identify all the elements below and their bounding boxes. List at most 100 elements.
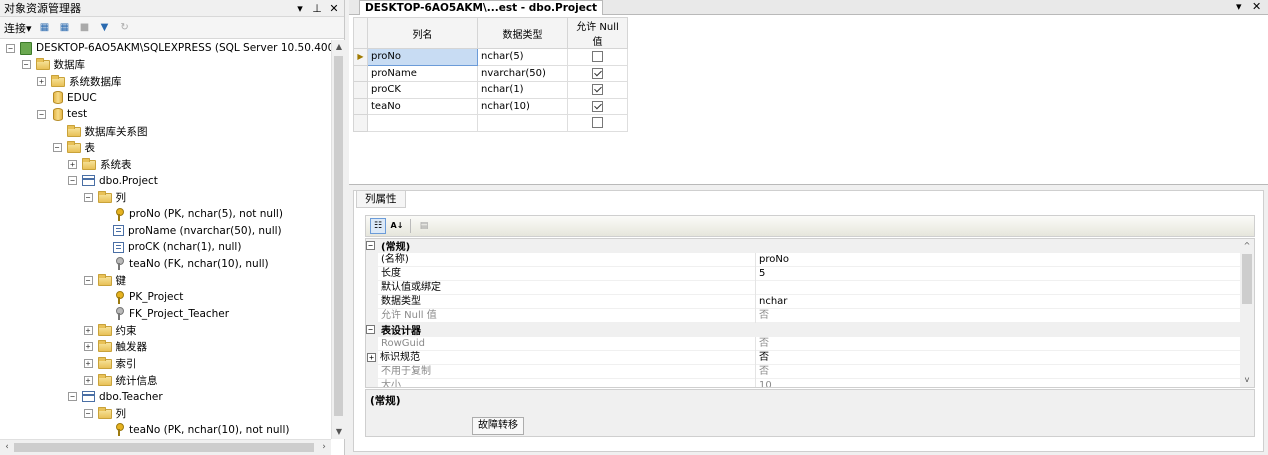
close-document-icon[interactable]: ✕ (1252, 0, 1261, 14)
collapse-icon[interactable]: − (21, 60, 31, 70)
tree-node[interactable]: + 系统表 (68, 156, 132, 172)
tree-node[interactable]: + 索引 (83, 355, 137, 371)
tree-node[interactable]: − test (37, 106, 87, 122)
scroll-up-icon[interactable]: ^ (1240, 239, 1254, 253)
property-row[interactable]: 数据类型 nchar (366, 294, 1241, 309)
tree-node[interactable]: − DESKTOP-6AO5AKM\SQLEXPRESS (SQL Server … (6, 40, 331, 56)
property-value[interactable]: 否 (756, 351, 1241, 365)
property-row[interactable]: 允许 Null 值 否 (366, 308, 1241, 323)
row-header[interactable] (353, 97, 368, 115)
allow-null-checkbox[interactable] (592, 117, 603, 128)
collapse-icon[interactable]: − (6, 43, 15, 53)
connect-icon[interactable]: ▦ (38, 21, 52, 35)
property-row[interactable]: 长度 5 (366, 266, 1241, 281)
table-row[interactable]: ▶ proNo nchar(5) (353, 48, 628, 66)
object-explorer-hscrollbar[interactable]: ‹ › (0, 439, 331, 455)
allow-null-checkbox[interactable] (592, 67, 603, 79)
expand-icon[interactable]: + (83, 325, 93, 335)
property-row[interactable]: 大小 10 (366, 378, 1241, 387)
property-category[interactable]: − 表设计器 (366, 323, 1241, 337)
tab-column-properties[interactable]: 列属性 (356, 191, 406, 208)
expand-icon[interactable]: + (68, 159, 77, 169)
object-explorer-vscrollbar[interactable]: ▲ ▼ (331, 40, 345, 439)
allow-null-checkbox[interactable] (592, 51, 603, 62)
row-header[interactable] (353, 64, 368, 82)
tree-node[interactable]: FK_Project_Teacher (99, 306, 229, 322)
property-value[interactable]: 5 (756, 267, 1241, 281)
filter-icon[interactable]: ▼ (98, 21, 112, 35)
scroll-down-icon[interactable]: v (1240, 373, 1254, 387)
close-icon[interactable]: ✕ (327, 2, 341, 15)
data-type-cell[interactable]: nchar(1) (477, 81, 568, 99)
alphabetical-icon[interactable]: A↓ (389, 218, 405, 234)
tab-dbo-project[interactable]: DESKTOP-6AO5AKM\...est - dbo.Project (359, 0, 604, 15)
collapse-icon[interactable]: − (83, 408, 93, 418)
categorized-icon[interactable]: ☷ (370, 218, 386, 234)
table-row[interactable]: proCK nchar(1) (353, 81, 628, 99)
current-row-key-icon[interactable]: ▶ (353, 48, 368, 66)
collapse-icon[interactable]: − (83, 275, 93, 285)
scroll-up-icon[interactable]: ▲ (332, 40, 346, 54)
table-row[interactable] (353, 114, 628, 132)
tree-node[interactable]: + 触发器 (83, 339, 147, 355)
property-value[interactable]: 否 (756, 365, 1241, 379)
data-type-cell[interactable]: nvarchar(50) (477, 64, 568, 82)
property-grid-vscrollbar[interactable]: ^ v (1240, 239, 1254, 387)
property-row[interactable]: RowGuid 否 (366, 336, 1241, 351)
property-value[interactable]: 否 (756, 309, 1241, 323)
scroll-right-icon[interactable]: › (317, 440, 331, 455)
tree-node[interactable]: − dbo.Project (68, 173, 158, 189)
tree-node[interactable]: proNo (PK, nchar(5), not null) (99, 206, 283, 222)
allow-null-checkbox[interactable] (592, 100, 603, 112)
column-name-cell[interactable]: proNo (367, 48, 478, 66)
property-value[interactable]: nchar (756, 295, 1241, 309)
window-position-icon[interactable]: ▾ (293, 2, 307, 15)
property-category[interactable]: − (常规) (366, 239, 1241, 253)
property-value[interactable] (756, 281, 1241, 295)
expand-icon[interactable]: + (83, 358, 93, 368)
expand-icon[interactable]: + (367, 352, 376, 362)
collapse-icon[interactable]: − (366, 241, 375, 250)
failover-button[interactable]: 故障转移 (472, 417, 524, 435)
row-header[interactable] (353, 81, 368, 99)
column-name-cell[interactable] (367, 114, 478, 132)
auto-hide-icon[interactable]: ⊥ (310, 2, 324, 15)
tree-node[interactable]: + 系统数据库 (37, 73, 122, 89)
expand-icon[interactable]: + (83, 342, 93, 352)
disconnect-icon[interactable]: ▦ (58, 21, 72, 35)
tree-node[interactable]: − 列 (83, 405, 126, 421)
tree-node[interactable]: − 数据库 (21, 57, 85, 73)
property-row[interactable]: 不用于复制 否 (366, 364, 1241, 379)
column-name-cell[interactable]: teaNo (367, 97, 478, 115)
column-name-cell[interactable]: proName (367, 64, 478, 82)
tree-node[interactable]: + 统计信息 (83, 372, 158, 388)
scroll-thumb[interactable] (334, 56, 343, 416)
tree-node[interactable]: − 列 (83, 189, 126, 205)
tree-node[interactable]: teaNo (FK, nchar(10), null) (99, 256, 269, 272)
tree-node[interactable]: proCK (nchar(1), null) (99, 239, 241, 255)
tree-node[interactable]: + 约束 (83, 322, 137, 338)
tree-node[interactable]: proName (nvarchar(50), null) (99, 223, 282, 239)
property-pages-icon[interactable]: ▤ (416, 218, 432, 234)
collapse-icon[interactable]: − (68, 176, 77, 186)
property-row[interactable]: (名称) proNo (366, 252, 1241, 267)
allow-null-checkbox[interactable] (592, 84, 603, 95)
tree-node[interactable]: − 表 (52, 140, 95, 156)
table-row[interactable]: proName nvarchar(50) (353, 64, 628, 82)
col-header-type[interactable]: 数据类型 (477, 17, 568, 49)
column-name-cell[interactable]: proCK (367, 81, 478, 99)
data-type-cell[interactable] (477, 114, 568, 132)
data-type-cell[interactable]: nchar(5) (477, 48, 568, 66)
property-row[interactable]: + 标识规范 否 (366, 350, 1241, 365)
property-value[interactable]: 否 (756, 337, 1241, 351)
collapse-icon[interactable]: − (83, 192, 93, 202)
tree-node[interactable]: − dbo.Teacher (68, 389, 163, 405)
refresh-icon[interactable]: ↻ (118, 21, 132, 35)
tree-node[interactable]: 数据库关系图 (53, 123, 148, 139)
scroll-thumb[interactable] (14, 443, 314, 452)
col-header-null[interactable]: 允许 Null 值 (567, 17, 628, 49)
collapse-icon[interactable]: − (52, 143, 62, 153)
property-value[interactable]: proNo (756, 253, 1241, 267)
row-header[interactable] (353, 114, 368, 132)
tree-node[interactable]: − 键 (83, 272, 126, 288)
